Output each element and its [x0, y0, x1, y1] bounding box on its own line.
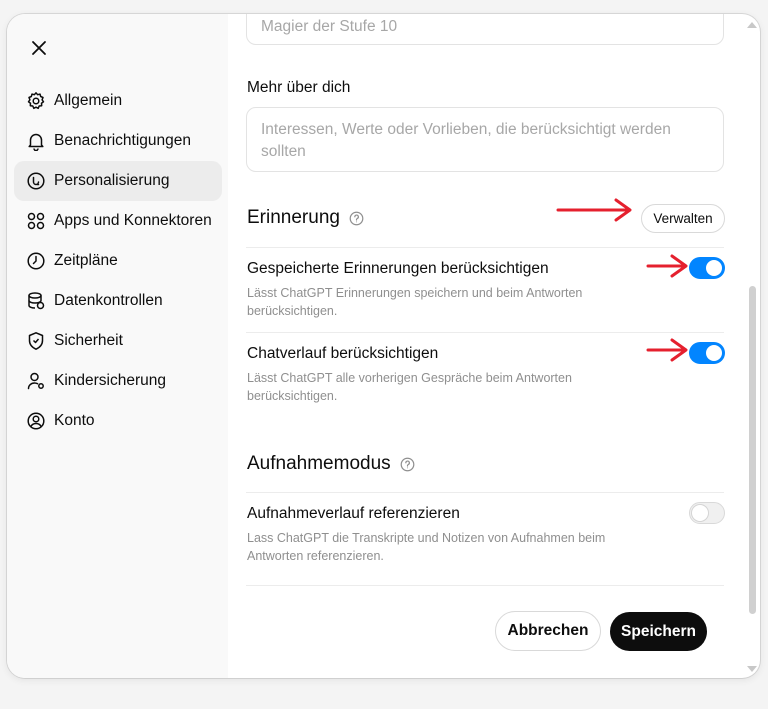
scroll-up-icon[interactable] [747, 22, 757, 28]
chat-history-toggle[interactable] [689, 342, 725, 364]
sidebar-item-label: Kindersicherung [54, 372, 167, 389]
sidebar-item-label: Datenkontrollen [54, 292, 163, 309]
recording-history-toggle[interactable] [689, 502, 725, 524]
settings-content: Magier der Stufe 10 Mehr über dich Inter… [228, 14, 760, 678]
saved-memories-title: Gespeicherte Erinnerungen berücksichtige… [247, 260, 549, 277]
sidebar-item-label: Sicherheit [54, 332, 123, 349]
saved-memories-toggle[interactable] [689, 257, 725, 279]
memory-title-text: Erinnerung [247, 207, 340, 228]
more-about-label: Mehr über dich [247, 79, 351, 96]
sidebar-item-label: Benachrichtigungen [54, 132, 192, 149]
occupation-input[interactable]: Magier der Stufe 10 [246, 14, 724, 45]
sidebar-item-notifications[interactable]: Benachrichtigungen [14, 121, 222, 161]
cancel-button[interactable]: Abbrechen [495, 611, 601, 651]
toggle-knob [706, 260, 722, 276]
toggle-knob [706, 345, 722, 361]
sidebar-item-parental-controls[interactable]: Kindersicherung [14, 361, 222, 401]
gear-icon [26, 91, 46, 111]
chat-history-title: Chatverlauf berücksichtigen [247, 345, 439, 362]
divider [246, 492, 724, 493]
sidebar-item-general[interactable]: Allgemein [14, 81, 222, 121]
sidebar-item-apps[interactable]: Apps und Konnektoren [14, 201, 222, 241]
sidebar-item-label: Allgemein [54, 92, 123, 109]
recording-section-title: Aufnahmemodus [247, 453, 415, 475]
sidebar-item-security[interactable]: Sicherheit [14, 321, 222, 361]
scrollbar-thumb[interactable] [749, 286, 756, 614]
scroll-down-icon[interactable] [747, 666, 757, 672]
sidebar-item-label: Konto [54, 412, 95, 429]
save-button[interactable]: Speichern [610, 612, 707, 651]
annotation-arrow-icon [556, 198, 632, 222]
chat-history-description: Lässt ChatGPT alle vorherigen Gespräche … [247, 371, 572, 403]
help-icon[interactable] [349, 211, 364, 226]
annotation-arrow-icon [646, 254, 688, 278]
saved-memories-description: Lässt ChatGPT Erinnerungen speichern und… [247, 286, 583, 318]
manage-memory-button[interactable]: Verwalten [641, 204, 725, 233]
toggle-knob [692, 505, 708, 521]
recording-history-description: Lass ChatGPT die Transkripte und Notizen… [247, 531, 606, 563]
parental-user-icon [26, 371, 46, 391]
annotation-arrow-icon [646, 338, 688, 362]
divider [246, 247, 724, 248]
shield-icon [26, 331, 46, 351]
divider [246, 585, 724, 586]
close-icon [32, 41, 46, 55]
clock-icon [26, 251, 46, 271]
personalization-icon [26, 171, 46, 191]
settings-nav: Allgemein Benachrichtigungen Personalisi… [14, 81, 222, 441]
close-button[interactable] [28, 37, 50, 59]
memory-section-title: Erinnerung [247, 207, 364, 229]
settings-modal: Allgemein Benachrichtigungen Personalisi… [7, 14, 760, 678]
sidebar-item-personalization[interactable]: Personalisierung [14, 161, 222, 201]
recording-history-title: Aufnahmeverlauf referenzieren [247, 505, 460, 522]
sidebar-item-label: Apps und Konnektoren [54, 212, 212, 229]
occupation-placeholder: Magier der Stufe 10 [261, 18, 398, 35]
recording-title-text: Aufnahmemodus [247, 453, 391, 474]
sidebar-item-data-controls[interactable]: Datenkontrollen [14, 281, 222, 321]
sidebar-item-label: Personalisierung [54, 172, 170, 189]
scrollbar[interactable] [745, 14, 757, 678]
account-icon [26, 411, 46, 431]
divider [246, 332, 724, 333]
apps-grid-icon [26, 211, 46, 231]
more-about-placeholder: Interessen, Werte oder Vorlieben, die be… [261, 121, 671, 160]
sidebar-item-account[interactable]: Konto [14, 401, 222, 441]
sidebar-item-label: Zeitpläne [54, 252, 118, 269]
help-icon[interactable] [400, 457, 415, 472]
settings-sidebar: Allgemein Benachrichtigungen Personalisi… [7, 14, 228, 678]
bell-icon [26, 131, 46, 151]
sidebar-item-schedules[interactable]: Zeitpläne [14, 241, 222, 281]
database-icon [26, 291, 46, 311]
more-about-input[interactable]: Interessen, Werte oder Vorlieben, die be… [246, 107, 724, 172]
